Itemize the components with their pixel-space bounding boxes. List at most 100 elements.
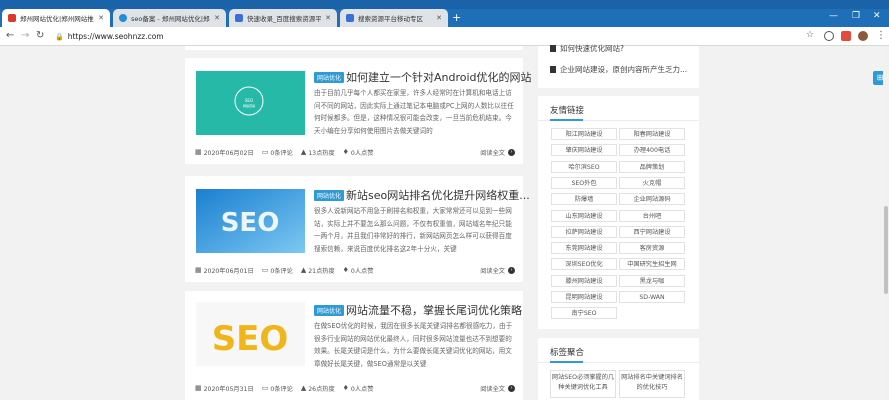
- read-more-link[interactable]: 阅读全文 ›: [480, 266, 515, 275]
- tab-title: 快速收录_百度搜索资源平台: [247, 15, 322, 23]
- minimize-button[interactable]: —: [829, 11, 838, 21]
- article-thumbnail[interactable]: SEO 网络营销: [196, 71, 305, 135]
- close-icon[interactable]: ✕: [98, 14, 104, 22]
- article-excerpt: 在做SEO优化的时候，我因在很多长尾关键词排名都很感吃力，由于很多行业网站的网站…: [314, 322, 513, 368]
- close-icon[interactable]: ✕: [325, 14, 331, 22]
- menu-icon[interactable]: ⋮: [876, 30, 886, 41]
- comment-icon: ▭: [261, 384, 269, 392]
- comment-icon: ▭: [261, 148, 269, 156]
- calendar-icon: ▦: [195, 148, 202, 156]
- article-title[interactable]: 新站seo网站排名优化提升网络权重...: [346, 187, 530, 203]
- card-partial: [185, 46, 523, 50]
- friend-link[interactable]: 南宁SEO: [551, 307, 617, 320]
- article-title[interactable]: 网站流量不稳，掌握长尾词优化策略: [346, 302, 522, 318]
- tab-2[interactable]: seo备案 - 郑州网站优化|郑州网... ✕: [113, 9, 226, 27]
- close-icon[interactable]: ✕: [214, 14, 220, 22]
- hot-post-item[interactable]: 如何快速优化网站?: [550, 43, 624, 54]
- category-badge[interactable]: 网站优化: [314, 305, 345, 316]
- friend-link[interactable]: 山东网站建设: [551, 209, 617, 222]
- svg-text:网络营销: 网络营销: [243, 103, 255, 108]
- tab-4[interactable]: 搜索资源平台移动专区 ✕: [340, 9, 448, 27]
- url-text: https://www.seohnzz.com: [67, 32, 164, 41]
- friend-link[interactable]: 东莞网站建设: [551, 242, 617, 255]
- category-badge[interactable]: 网站优化: [314, 190, 345, 201]
- article-card: SEO 网络营销 网站优化 如何建立一个针对Android优化的网站 由于目前几…: [185, 58, 532, 164]
- article-meta: ▦ 2020年05月31日 ▭ 0条评论 ▲ 26点热度 ♦ 0人点赞 阅读全文 ›: [195, 383, 515, 393]
- fire-icon: ▲: [300, 384, 307, 392]
- article-excerpt: 很多人说新网站不用急于刷排名和权重，大家常常还可以见到一些网站，实际上并不要怎么…: [314, 207, 512, 253]
- calendar-icon: ▦: [195, 266, 202, 274]
- forward-arrow-icon[interactable]: →: [21, 30, 29, 41]
- article-meta: ▦ 2020年06月01日 ▭ 0条评论 ▲ 21点热度 ♦ 0人点赞 阅读全文 ›: [195, 265, 515, 275]
- friend-link[interactable]: 西宁网站建设: [619, 225, 685, 238]
- back-arrow-icon[interactable]: ←: [6, 30, 14, 41]
- article-thumbnail[interactable]: SEO: [196, 302, 305, 366]
- friend-link[interactable]: 台州吧: [619, 209, 685, 222]
- arrow-right-icon: ›: [508, 266, 515, 274]
- friend-link[interactable]: 滕州网站建设: [551, 274, 617, 287]
- friend-link[interactable]: 办理400电话: [619, 144, 685, 157]
- article-meta: ▦ 2020年06月02日 ▭ 0条评论 ▲ 13点热度 ♦ 0人点赞 阅读全文 ›: [195, 147, 515, 157]
- friend-link[interactable]: 火克帽: [619, 176, 685, 189]
- friend-link[interactable]: 品牌策划: [619, 160, 685, 173]
- close-window-button[interactable]: ✕: [873, 11, 881, 21]
- close-icon[interactable]: ✕: [436, 14, 442, 22]
- article-card: SEO 网站优化 网站流量不稳，掌握长尾词优化策略 在做SEO优化的时候，我因在…: [185, 291, 523, 400]
- article-thumbnail[interactable]: SEO: [196, 189, 305, 253]
- tag-item[interactable]: 网站排名中关键词排名的优化技巧: [619, 370, 685, 398]
- svg-text:SEO: SEO: [245, 98, 253, 103]
- friend-link[interactable]: 肇庆网站建设: [551, 144, 617, 157]
- article-title[interactable]: 如何建立一个针对Android优化的网站: [346, 69, 532, 85]
- maximize-button[interactable]: ❐: [852, 11, 860, 21]
- tab-title: seo备案 - 郑州网站优化|郑州网...: [131, 15, 210, 23]
- friend-link[interactable]: SEO外包: [551, 176, 617, 189]
- friend-link[interactable]: 哈尔滨SEO: [551, 160, 617, 173]
- widget-title: 友情链接: [550, 106, 585, 116]
- read-more-link[interactable]: 阅读全文 ›: [480, 148, 515, 157]
- tab-1[interactable]: 郑州网站优化|郑州网站推广|郑... ✕: [2, 9, 110, 27]
- new-tab-button[interactable]: +: [452, 11, 461, 24]
- friend-link[interactable]: 深圳SEO优化: [551, 258, 617, 271]
- document-icon: [550, 66, 556, 73]
- arrow-right-icon: ›: [508, 148, 515, 156]
- hot-post-item[interactable]: 企业网站建设，原创内容所产生乏力...: [550, 64, 687, 75]
- shield-icon[interactable]: [824, 31, 834, 41]
- lock-icon: 🔒: [55, 32, 64, 41]
- article-card: SEO 网站优化 新站seo网站排名优化提升网络权重... 很多人说新网站不用急…: [185, 176, 530, 282]
- scrollbar-thumb[interactable]: [884, 206, 888, 294]
- browser-tabbar-top: [0, 0, 889, 9]
- avatar[interactable]: [858, 31, 868, 41]
- reload-icon[interactable]: ↻: [36, 30, 44, 41]
- thumbs-up-icon: ♦: [342, 266, 349, 274]
- svg-text:SEO: SEO: [221, 208, 280, 238]
- friend-link[interactable]: 昆明网站建设: [551, 291, 617, 303]
- arrow-right-icon: ›: [508, 384, 515, 392]
- friend-link[interactable]: 客房资源: [619, 242, 685, 255]
- document-icon: [550, 45, 556, 52]
- widget-title: 标签聚合: [550, 348, 585, 358]
- friend-link[interactable]: 阳春网站建设: [619, 128, 685, 140]
- friend-link[interactable]: 阳江网站建设: [551, 128, 617, 140]
- friend-link[interactable]: 黑龙与咖: [619, 274, 685, 287]
- url-bar[interactable]: 🔒 https://www.seohnzz.com: [55, 30, 797, 43]
- tab-3[interactable]: 快速收录_百度搜索资源平台 ✕: [229, 9, 337, 27]
- tab-title: 搜索资源平台移动专区: [358, 15, 423, 23]
- fire-icon: ▲: [300, 148, 307, 156]
- paw-icon: [235, 14, 243, 22]
- friend-link[interactable]: 拉萨网站建设: [551, 225, 617, 238]
- extension-icon[interactable]: [841, 31, 851, 41]
- friend-link[interactable]: 企业网站源码: [619, 193, 685, 206]
- comment-icon: ▭: [261, 266, 269, 274]
- svg-text:SEO: SEO: [212, 319, 289, 359]
- paw-icon: [346, 14, 354, 22]
- friend-link[interactable]: SD-WAN: [619, 291, 685, 303]
- calendar-icon: ▦: [195, 384, 202, 392]
- thumbs-up-icon: ♦: [342, 384, 349, 392]
- tag-item[interactable]: 网站SEO必须掌握的几种关键词优化工具: [550, 370, 616, 398]
- site-favicon-icon: [8, 14, 16, 22]
- friend-link[interactable]: 中国研究生招生网: [619, 258, 685, 271]
- category-badge[interactable]: 网站优化: [314, 72, 345, 83]
- read-more-link[interactable]: 阅读全文 ›: [480, 384, 515, 393]
- star-icon[interactable]: ☆: [806, 30, 814, 40]
- friend-link[interactable]: 防爆墙: [551, 193, 617, 206]
